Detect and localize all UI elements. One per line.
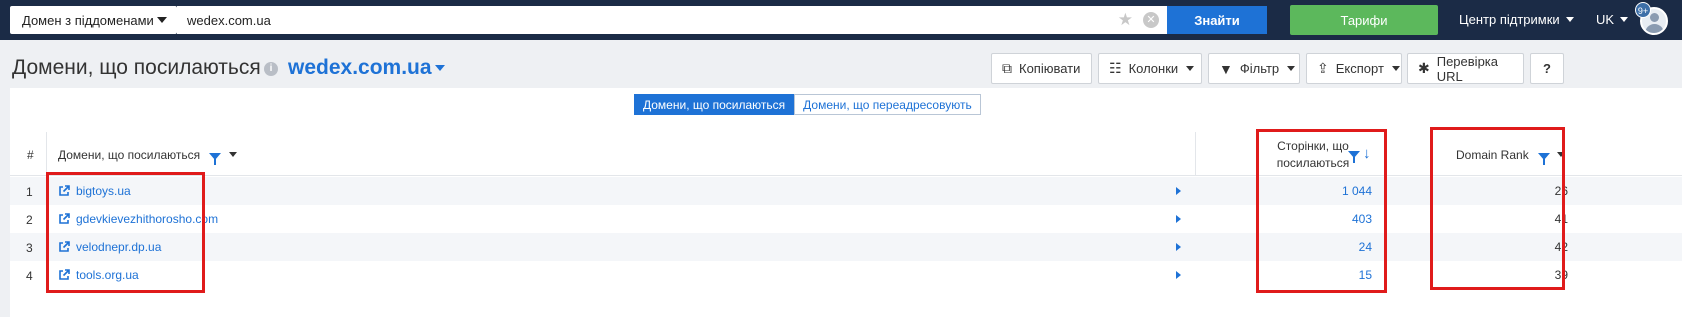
- row-number: 2: [26, 213, 33, 227]
- chevron-down-icon[interactable]: [228, 152, 237, 157]
- column-header-domain-label: Домени, що посилаються: [58, 148, 201, 162]
- copy-button[interactable]: ⧉ Копіювати: [991, 53, 1092, 84]
- user-head-icon: [1650, 13, 1659, 22]
- search-input[interactable]: wedex.com.ua ★ ✕: [177, 6, 1167, 34]
- tariffs-button[interactable]: Тарифи: [1290, 5, 1438, 35]
- chevron-down-icon: [1287, 66, 1296, 71]
- support-menu-label: Центр підтримки: [1459, 12, 1560, 27]
- domain-select[interactable]: wedex.com.ua: [288, 56, 445, 80]
- column-header-domain[interactable]: Домени, що посилаються: [58, 148, 237, 165]
- filter-button-label: Фільтр: [1239, 61, 1280, 76]
- check-url-button-label: Перевірка URL: [1436, 53, 1498, 84]
- expand-arrow-icon[interactable]: [1176, 243, 1181, 251]
- highlight-box-domains: [46, 172, 205, 293]
- tab-referring-domains[interactable]: Домени, що посилаються: [634, 94, 795, 115]
- highlight-box-pages: [1256, 129, 1387, 293]
- filter-button[interactable]: ▼ Фільтр: [1208, 53, 1300, 84]
- page-title: Домени, що посилаються: [12, 56, 261, 79]
- chevron-down-icon: [1565, 17, 1574, 22]
- chevron-down-icon: [157, 17, 167, 23]
- highlight-box-rank: [1430, 127, 1565, 290]
- domain-label: wedex.com.ua: [288, 56, 432, 79]
- language-select[interactable]: UK: [1596, 12, 1629, 27]
- row-number: 4: [26, 269, 33, 283]
- columns-icon: ☷: [1109, 60, 1122, 76]
- column-header-num: #: [27, 148, 34, 162]
- export-button-label: Експорт: [1335, 61, 1384, 76]
- copy-icon: ⧉: [1002, 60, 1012, 76]
- scope-select-label: Домен з піддоменами: [22, 12, 154, 28]
- user-body-icon: [1645, 24, 1664, 33]
- chevron-down-icon: [1391, 66, 1400, 71]
- chevron-down-icon: [1620, 17, 1629, 22]
- scope-select[interactable]: Домен з піддоменами: [10, 6, 177, 34]
- spider-icon: ✱: [1418, 60, 1430, 76]
- chevron-down-icon: [1186, 66, 1195, 71]
- search-input-value: wedex.com.ua: [187, 12, 271, 28]
- expand-arrow-icon[interactable]: [1176, 187, 1181, 195]
- columns-button[interactable]: ☷ Колонки: [1098, 53, 1202, 84]
- expand-arrow-icon[interactable]: [1176, 271, 1181, 279]
- support-menu[interactable]: Центр підтримки: [1459, 12, 1574, 27]
- expand-arrow-icon[interactable]: [1176, 215, 1181, 223]
- language-label: UK: [1596, 12, 1615, 27]
- tab-redirecting-domains[interactable]: Домени, що переадресовують: [794, 94, 981, 115]
- row-number: 3: [26, 241, 33, 255]
- help-button[interactable]: ?: [1530, 53, 1564, 84]
- row-number: 1: [26, 185, 33, 199]
- clear-icon[interactable]: ✕: [1143, 12, 1159, 28]
- find-button[interactable]: Знайти: [1167, 6, 1267, 34]
- top-bar: Домен з піддоменами wedex.com.ua ★ ✕ Зна…: [0, 0, 1682, 40]
- chevron-down-icon: [434, 65, 445, 71]
- tabs: Домени, що посилаються Домени, що переад…: [634, 94, 981, 115]
- export-button[interactable]: ⇪ Експорт: [1306, 53, 1402, 84]
- check-url-button[interactable]: ✱ Перевірка URL: [1407, 53, 1524, 84]
- column-divider: [1195, 132, 1196, 176]
- funnel-icon: ▼: [1219, 60, 1233, 77]
- star-icon[interactable]: ★: [1118, 11, 1133, 29]
- columns-button-label: Колонки: [1128, 61, 1179, 76]
- info-icon[interactable]: i: [264, 62, 278, 76]
- filter-icon[interactable]: [209, 153, 222, 165]
- upload-icon: ⇪: [1317, 60, 1329, 76]
- copy-button-label: Копіювати: [1019, 61, 1081, 76]
- notification-badge[interactable]: 9+: [1635, 2, 1651, 18]
